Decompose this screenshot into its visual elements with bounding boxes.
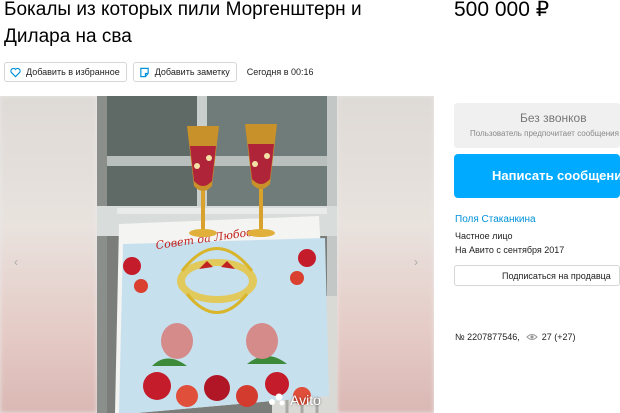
views-count: 27 (+27) [541, 332, 576, 342]
camera-icon [269, 393, 285, 406]
no-calls-subtitle: Пользователь предпочитает сообщения [470, 129, 619, 138]
listing-id: № 2207877546, [455, 332, 520, 342]
avito-watermark: Avito [268, 392, 321, 408]
no-calls-title: Без звонков [520, 111, 587, 125]
seller-name-link[interactable]: Поля Стаканкина [455, 214, 536, 225]
add-to-favorites-label: Добавить в избранное [26, 67, 120, 77]
listing-actions: Добавить в избранное Добавить заметку Се… [4, 62, 314, 82]
photo-gallery[interactable]: ‹ › Совет да Любовь [0, 96, 434, 413]
heart-icon [10, 67, 21, 78]
write-message-button[interactable]: Написать сообщение [454, 154, 620, 198]
eye-icon [526, 333, 538, 341]
subscribe-seller-button[interactable]: Подписаться на продавца [454, 265, 620, 286]
seller-type: Частное лицо [455, 231, 513, 241]
watermark-text: Avito [290, 392, 321, 408]
add-note-button[interactable]: Добавить заметку [132, 62, 237, 82]
listing-meta: № 2207877546, 27 (+27) [455, 332, 576, 342]
subscribe-seller-label: Подписаться на продавца [502, 271, 611, 281]
note-icon [139, 67, 150, 78]
listing-photo[interactable]: Совет да Любовь [97, 96, 337, 413]
write-message-label: Написать сообщение [492, 168, 620, 183]
add-note-label: Добавить заметку [154, 67, 230, 77]
posted-date: Сегодня в 00:16 [246, 67, 314, 77]
gallery-blurred-right [337, 96, 434, 413]
gallery-next-icon[interactable]: › [414, 256, 424, 268]
gallery-prev-icon[interactable]: ‹ [14, 256, 24, 268]
listing-title: Бокалы из которых пили Моргенштерн и Дил… [4, 0, 362, 47]
listing-price: 500 000 ₽ [454, 0, 550, 21]
no-calls-panel: Без звонков Пользователь предпочитает со… [454, 103, 620, 148]
seller-since: На Авито с сентября 2017 [455, 245, 565, 255]
add-to-favorites-button[interactable]: Добавить в избранное [4, 62, 127, 82]
